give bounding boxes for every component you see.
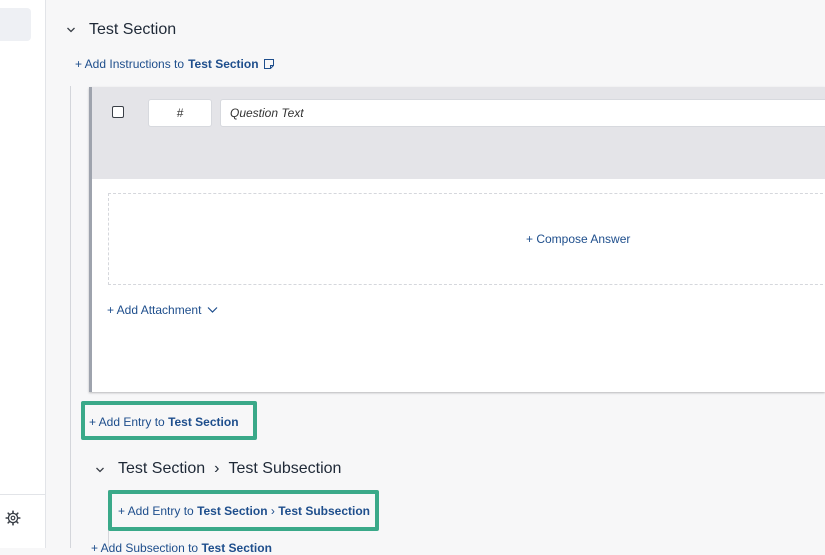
compose-answer-link[interactable]: + Compose Answer <box>526 232 630 246</box>
chevron-down-icon[interactable] <box>95 465 105 475</box>
note-icon <box>263 59 274 69</box>
gear-icon[interactable] <box>5 510 21 526</box>
highlight-box <box>108 490 379 531</box>
chevron-down-icon <box>207 307 218 313</box>
entry-checkbox[interactable] <box>112 106 124 118</box>
highlight-box <box>81 401 257 440</box>
section-title: Test Section <box>89 21 177 38</box>
add-instructions-link[interactable]: + Add Instructions to Test Section <box>75 57 275 71</box>
subsection-parent: Test Section <box>118 460 206 477</box>
chevron-down-icon[interactable] <box>66 25 76 35</box>
add-subsection-prefix: + Add Subsection to <box>91 541 199 555</box>
entry-number-field[interactable]: # <box>148 99 212 127</box>
compose-answer-area[interactable]: + Compose Answer <box>108 193 825 285</box>
add-attachment-button[interactable]: + Add Attachment <box>107 303 218 317</box>
breadcrumb-separator: › <box>214 460 220 477</box>
rail-active-item[interactable] <box>0 8 31 41</box>
add-instructions-target: Test Section <box>188 57 259 71</box>
add-instructions-prefix: + Add Instructions to <box>75 57 185 71</box>
entry-card: # Question Text + Compose Answer + Add A… <box>89 87 825 392</box>
main-content: Test Section + Add Instructions to Test … <box>46 0 825 555</box>
subsection-title: Test Section › Test Subsection <box>118 460 341 478</box>
add-subsection-target: Test Section <box>201 541 272 555</box>
left-rail <box>0 0 46 548</box>
entry-card-header: # Question Text <box>92 87 825 179</box>
add-subsection-link[interactable]: + Add Subsection to Test Section <box>91 541 272 555</box>
add-attachment-label: + Add Attachment <box>107 303 202 317</box>
question-text-field[interactable]: Question Text <box>220 99 825 127</box>
tree-line <box>70 86 71 548</box>
rail-divider <box>0 494 45 495</box>
subsection-name: Test Subsection <box>228 460 342 477</box>
